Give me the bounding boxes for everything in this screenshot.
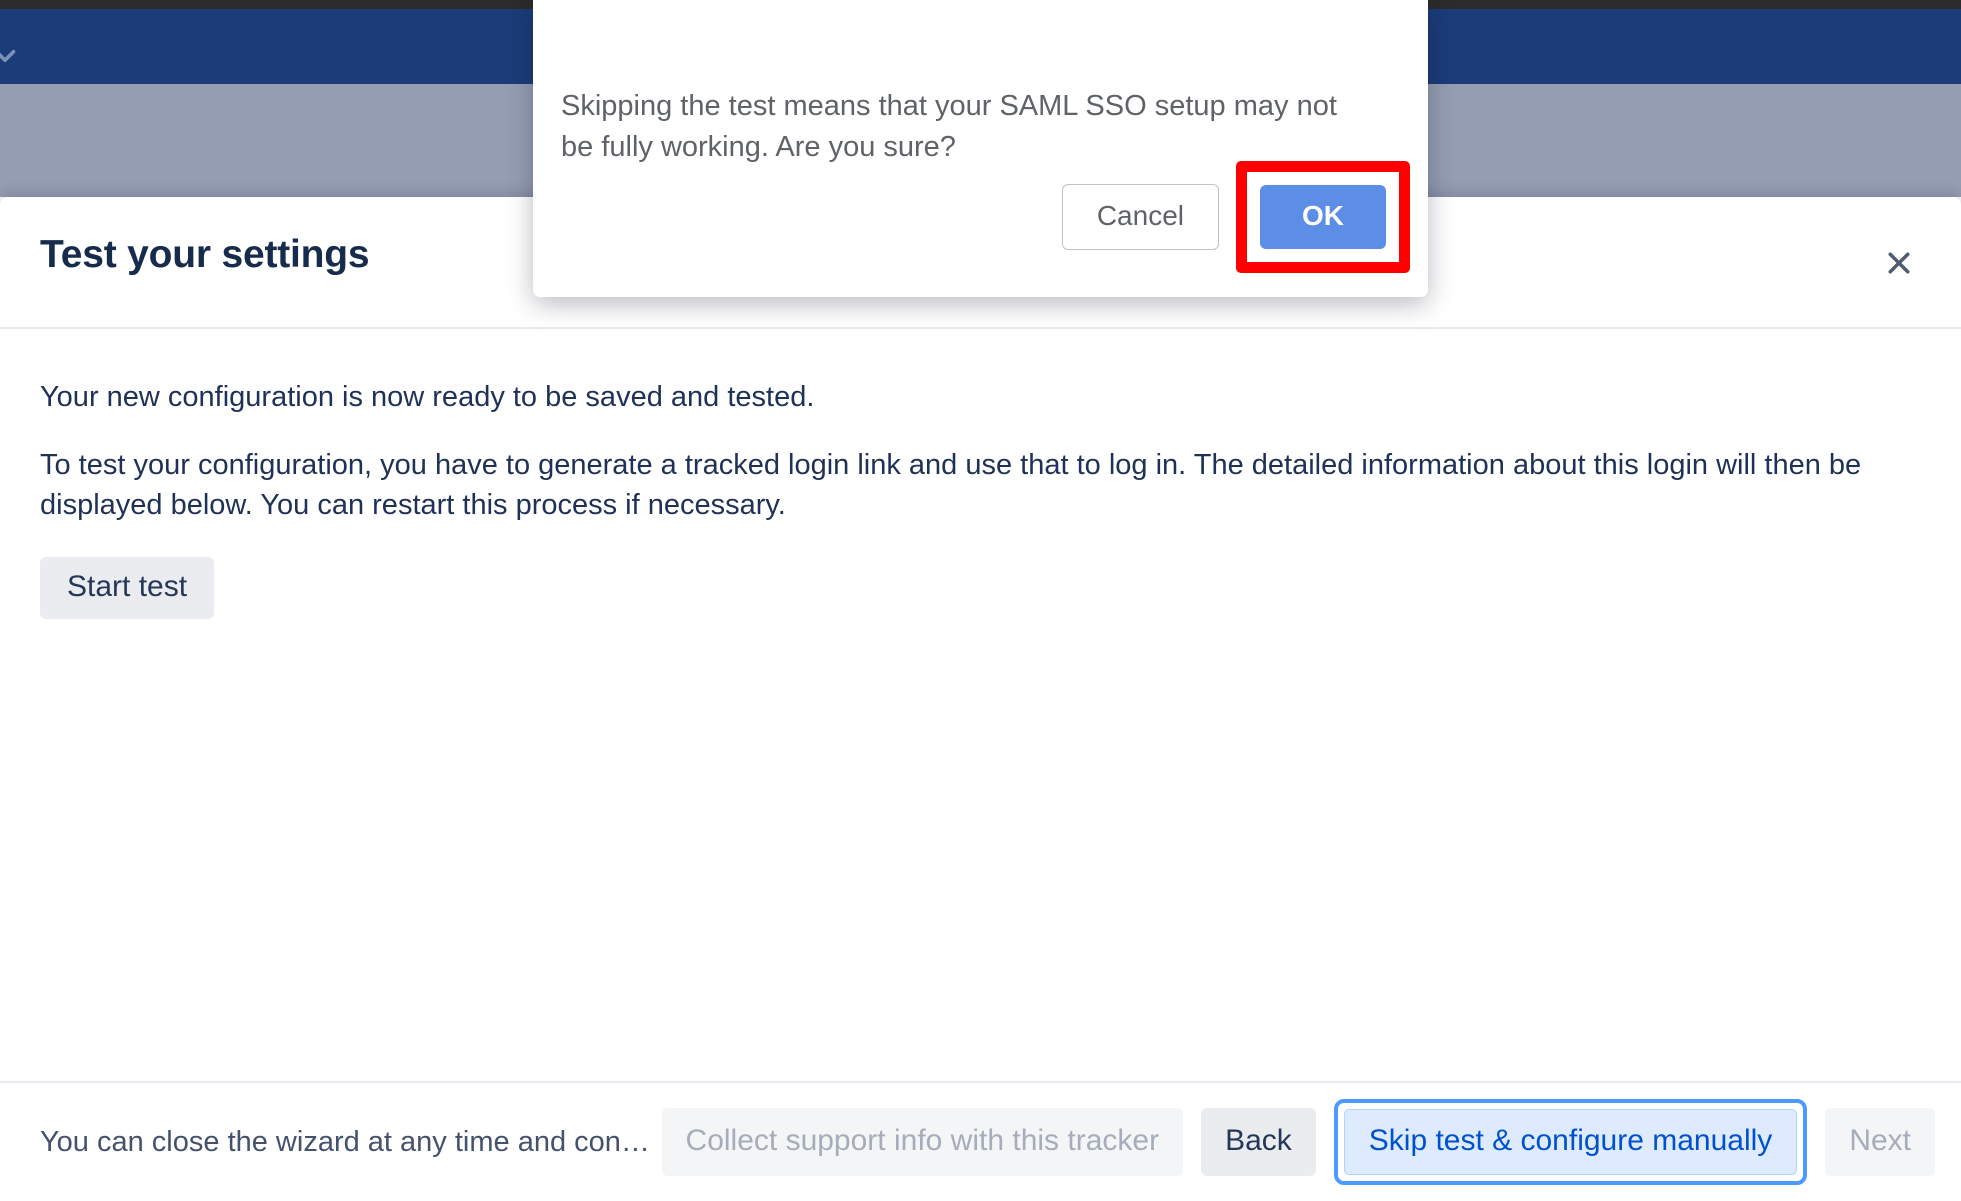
cancel-button[interactable]: Cancel (1061, 184, 1219, 250)
skip-test-focus-ring: Skip test & configure manually (1333, 1099, 1808, 1185)
back-button[interactable]: Back (1201, 1108, 1316, 1176)
intro-text-primary: Your new configuration is now ready to b… (40, 381, 815, 413)
confirm-dialog-message: Skipping the test means that your SAML S… (561, 90, 1337, 164)
footer-note: You can close the wizard at any time and… (40, 1125, 650, 1158)
collect-support-info-button[interactable]: Collect support info with this tracker (661, 1108, 1184, 1176)
wizard-footer: You can close the wizard at any time and… (0, 1081, 1961, 1201)
next-button[interactable]: Next (1825, 1108, 1935, 1176)
confirm-dialog: Skipping the test means that your SAML S… (533, 0, 1428, 297)
ok-button[interactable]: OK (1260, 185, 1386, 249)
intro-text-secondary: To test your configuration, you have to … (40, 449, 1862, 522)
close-icon[interactable] (1877, 241, 1921, 285)
start-test-button[interactable]: Start test (40, 557, 215, 620)
confirm-dialog-actions: Cancel OK (1061, 161, 1410, 273)
ok-button-highlight-box: OK (1236, 161, 1410, 273)
wizard-body: Your new configuration is now ready to b… (0, 331, 1961, 1079)
wizard-panel: Test your settings Your new configuratio… (0, 197, 1961, 1201)
page-title: Test your settings (40, 233, 370, 276)
skip-test-configure-manually-button[interactable]: Skip test & configure manually (1343, 1109, 1798, 1175)
chevron-down-icon[interactable] (0, 39, 22, 73)
